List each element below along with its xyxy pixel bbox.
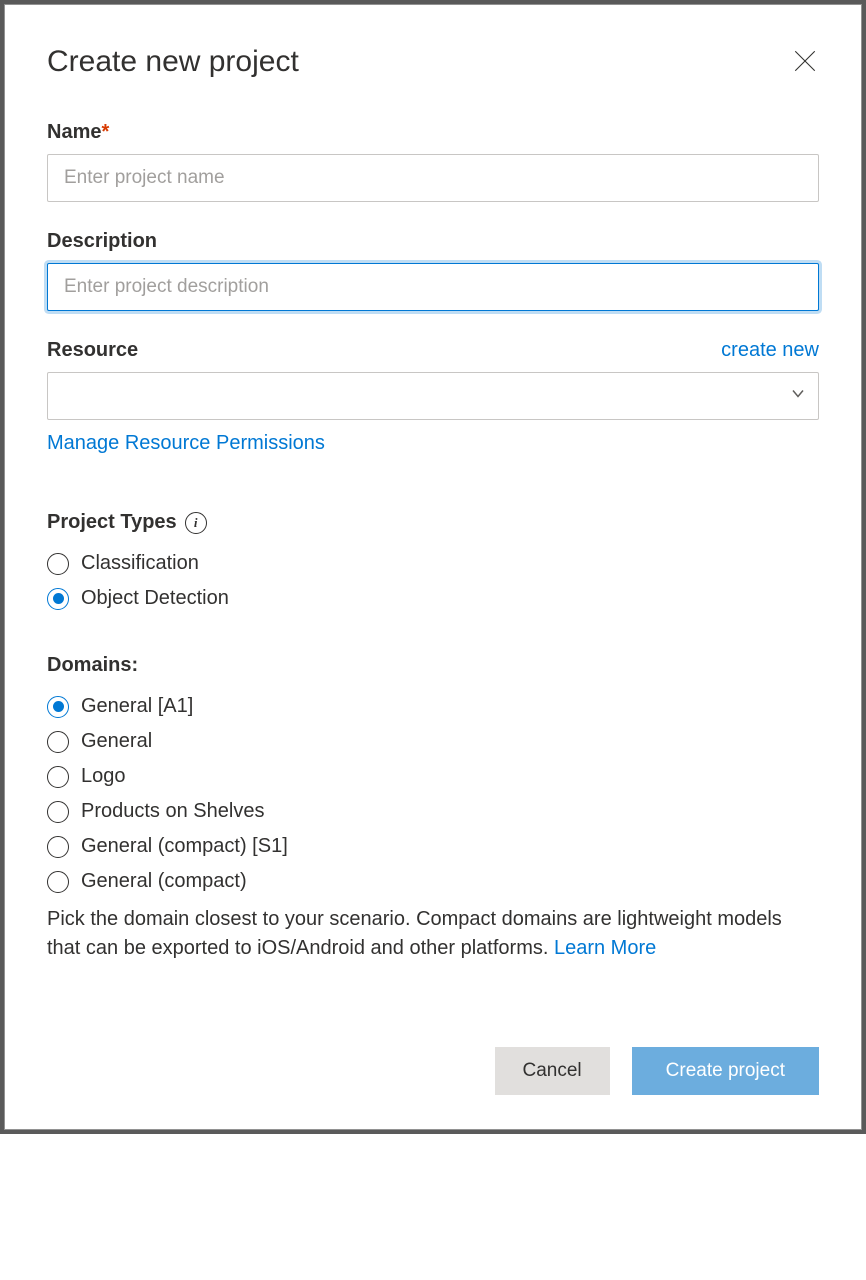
radio-circle bbox=[47, 766, 69, 788]
radio-label: Products on Shelves bbox=[81, 800, 264, 823]
resource-select-wrapper bbox=[47, 372, 819, 420]
radio-circle bbox=[47, 588, 69, 610]
description-label: Description bbox=[47, 230, 819, 253]
create-new-resource-link[interactable]: create new bbox=[721, 339, 819, 362]
radio-label: Object Detection bbox=[81, 587, 229, 610]
modal-title: Create new project bbox=[47, 45, 819, 79]
radio-classification[interactable]: Classification bbox=[47, 552, 819, 575]
description-field-group: Description bbox=[47, 230, 819, 311]
resource-field-group: Resource create new Manage Resource Perm… bbox=[47, 339, 819, 455]
radio-circle bbox=[47, 553, 69, 575]
project-types-label: Project Types bbox=[47, 511, 177, 534]
close-icon bbox=[792, 48, 818, 74]
radio-domain-logo[interactable]: Logo bbox=[47, 765, 819, 788]
create-project-button[interactable]: Create project bbox=[632, 1047, 819, 1095]
name-input[interactable] bbox=[47, 154, 819, 202]
description-input[interactable] bbox=[47, 263, 819, 311]
domains-radio-list: General [A1] General Logo Products on Sh… bbox=[47, 695, 819, 893]
project-types-label-row: Project Types i bbox=[47, 511, 207, 534]
domains-helper-text: Pick the domain closest to your scenario… bbox=[47, 905, 819, 963]
radio-label: General (compact) bbox=[81, 870, 247, 893]
radio-label: Classification bbox=[81, 552, 199, 575]
helper-text-content: Pick the domain closest to your scenario… bbox=[47, 908, 782, 959]
project-types-radio-list: Classification Object Detection bbox=[47, 552, 819, 610]
button-row: Cancel Create project bbox=[47, 987, 819, 1095]
resource-select[interactable] bbox=[47, 372, 819, 420]
domains-group: Domains: General [A1] General Logo Produ… bbox=[47, 654, 819, 963]
create-project-modal: Create new project Name* Description Res… bbox=[4, 4, 862, 1130]
radio-label: Logo bbox=[81, 765, 126, 788]
radio-circle bbox=[47, 731, 69, 753]
learn-more-link[interactable]: Learn More bbox=[554, 937, 656, 959]
radio-label: General [A1] bbox=[81, 695, 193, 718]
resource-label: Resource bbox=[47, 339, 138, 362]
radio-circle bbox=[47, 836, 69, 858]
radio-object-detection[interactable]: Object Detection bbox=[47, 587, 819, 610]
radio-circle bbox=[47, 871, 69, 893]
radio-circle bbox=[47, 696, 69, 718]
info-icon[interactable]: i bbox=[185, 512, 207, 534]
project-types-group: Project Types i Classification Object De… bbox=[47, 511, 819, 622]
required-asterisk: * bbox=[101, 121, 109, 143]
radio-domain-products-on-shelves[interactable]: Products on Shelves bbox=[47, 800, 819, 823]
name-field-group: Name* bbox=[47, 121, 819, 202]
cancel-button[interactable]: Cancel bbox=[495, 1047, 610, 1095]
manage-permissions-link[interactable]: Manage Resource Permissions bbox=[47, 432, 325, 455]
radio-domain-general-a1[interactable]: General [A1] bbox=[47, 695, 819, 718]
radio-label: General (compact) [S1] bbox=[81, 835, 288, 858]
name-label: Name* bbox=[47, 121, 819, 144]
radio-domain-general-compact-s1[interactable]: General (compact) [S1] bbox=[47, 835, 819, 858]
radio-circle bbox=[47, 801, 69, 823]
modal-backdrop: Create new project Name* Description Res… bbox=[0, 0, 866, 1134]
resource-label-row: Resource create new bbox=[47, 339, 819, 362]
close-button[interactable] bbox=[791, 47, 819, 75]
domains-label: Domains: bbox=[47, 654, 138, 677]
radio-label: General bbox=[81, 730, 152, 753]
radio-domain-general-compact[interactable]: General (compact) bbox=[47, 870, 819, 893]
radio-domain-general[interactable]: General bbox=[47, 730, 819, 753]
name-label-text: Name bbox=[47, 121, 101, 143]
